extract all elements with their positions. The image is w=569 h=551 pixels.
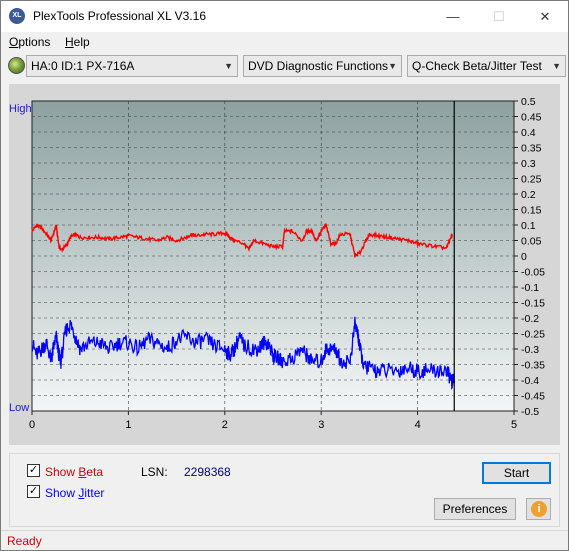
menu-options-label: ptions [18,35,51,49]
preferences-button[interactable]: Preferences [434,498,516,520]
menu-options[interactable]: Options [9,35,50,49]
x-tick-label: 5 [511,419,517,431]
show-jitter-text: Show Jitter [45,486,105,500]
y-tick-label: -0.45 [521,391,545,403]
y-tick-label: -0.5 [521,406,539,418]
x-tick-label: 3 [318,419,324,431]
lsn-value: 2298368 [184,465,231,479]
status-text: Ready [7,534,42,548]
show-beta-checkbox[interactable]: ✓ [27,464,40,477]
x-tick-label: 2 [222,419,228,431]
show-jitter-checkbox[interactable]: ✓ [27,485,40,498]
app-icon: XL [9,8,25,24]
function-select-value: DVD Diagnostic Functions [248,59,389,73]
menu-help-label: elp [73,35,90,49]
chevron-down-icon: ▼ [552,61,561,71]
y-tick-label: -0.4 [521,375,539,387]
drive-select[interactable]: HA:0 ID:1 PX-716A ▼ [26,55,238,77]
chevron-down-icon: ▼ [224,61,233,71]
status-bar: Ready [1,530,568,550]
y-tick-label: -0.1 [521,282,539,294]
y-tick-label: 0.25 [521,174,542,186]
menu-help[interactable]: Help [65,35,90,49]
drive-select-value: HA:0 ID:1 PX-716A [31,59,135,73]
y-tick-label: 0.05 [521,236,542,248]
x-tick-label: 0 [29,419,35,431]
y-tick-label: -0.35 [521,360,545,372]
chart-grid [32,101,514,411]
y-tick-label: -0.25 [521,329,545,341]
title-bar[interactable]: XL PlexTools Professional XL V3.16 — ☐ ✕ [1,1,568,32]
y-tick-label: 0.5 [521,96,536,108]
x-tick-label: 1 [125,419,131,431]
chart-panel: 0.5 0.45 0.4 0.35 0.3 0.25 0.2 0.15 0.1 0.05 0 -0.0… [9,84,560,445]
y-tick-label: 0.4 [521,127,536,139]
toolbar: HA:0 ID:1 PX-716A ▼ DVD Diagnostic Funct… [1,53,568,79]
y-left-top-label: High [9,103,32,115]
start-button[interactable]: Start [482,462,551,484]
y-tick-label: -0.3 [521,344,539,356]
control-panel: ✓ Show Beta ✓ Show Jitter LSN: 2298368 S… [9,453,560,527]
y-tick-label: 0.2 [521,189,536,201]
beta-jitter-chart: 0.5 0.45 0.4 0.35 0.3 0.25 0.2 0.15 0.1 0.05 0 -0.0… [9,96,545,431]
y-tick-label: 0.1 [521,220,536,232]
test-select-value: Q-Check Beta/Jitter Test [412,59,542,73]
window-title: PlexTools Professional XL V3.16 [33,9,206,23]
show-beta-text: Show Beta [45,465,104,479]
info-button[interactable]: i [526,498,551,520]
y-tick-label: 0.15 [521,205,542,217]
maximize-button: ☐ [493,9,505,24]
close-button[interactable]: ✕ [522,1,568,32]
app-window: XL PlexTools Professional XL V3.16 — ☐ ✕… [0,0,569,551]
y-tick-label: 0.45 [521,112,542,124]
menu-options-mnemonic: O [9,35,19,49]
disc-icon [8,57,25,74]
y-tick-label: -0.2 [521,313,539,325]
chevron-down-icon: ▼ [388,61,397,71]
y-tick-label: -0.15 [521,298,545,310]
test-select[interactable]: Q-Check Beta/Jitter Test ▼ [407,55,566,77]
minimize-button[interactable]: — [430,1,476,32]
y-tick-label: 0 [521,251,527,263]
show-beta-label: Show Beta [45,465,103,479]
lsn-label: LSN: [141,465,168,479]
x-tick-label: 4 [415,419,421,431]
menu-bar: Options Help [1,32,568,52]
function-select[interactable]: DVD Diagnostic Functions ▼ [243,55,402,77]
menu-help-mnemonic: H [65,35,74,49]
preferences-button-label: Preferences [442,502,508,516]
y-tick-label: 0.35 [521,143,542,155]
info-icon: i [531,501,547,517]
show-jitter-label: Show Jitter [45,486,104,500]
y-left-bottom-label: Low [9,402,29,414]
y-tick-label: 0.3 [521,158,536,170]
y-tick-label: -0.05 [521,267,545,279]
start-button-label: Start [503,466,530,480]
